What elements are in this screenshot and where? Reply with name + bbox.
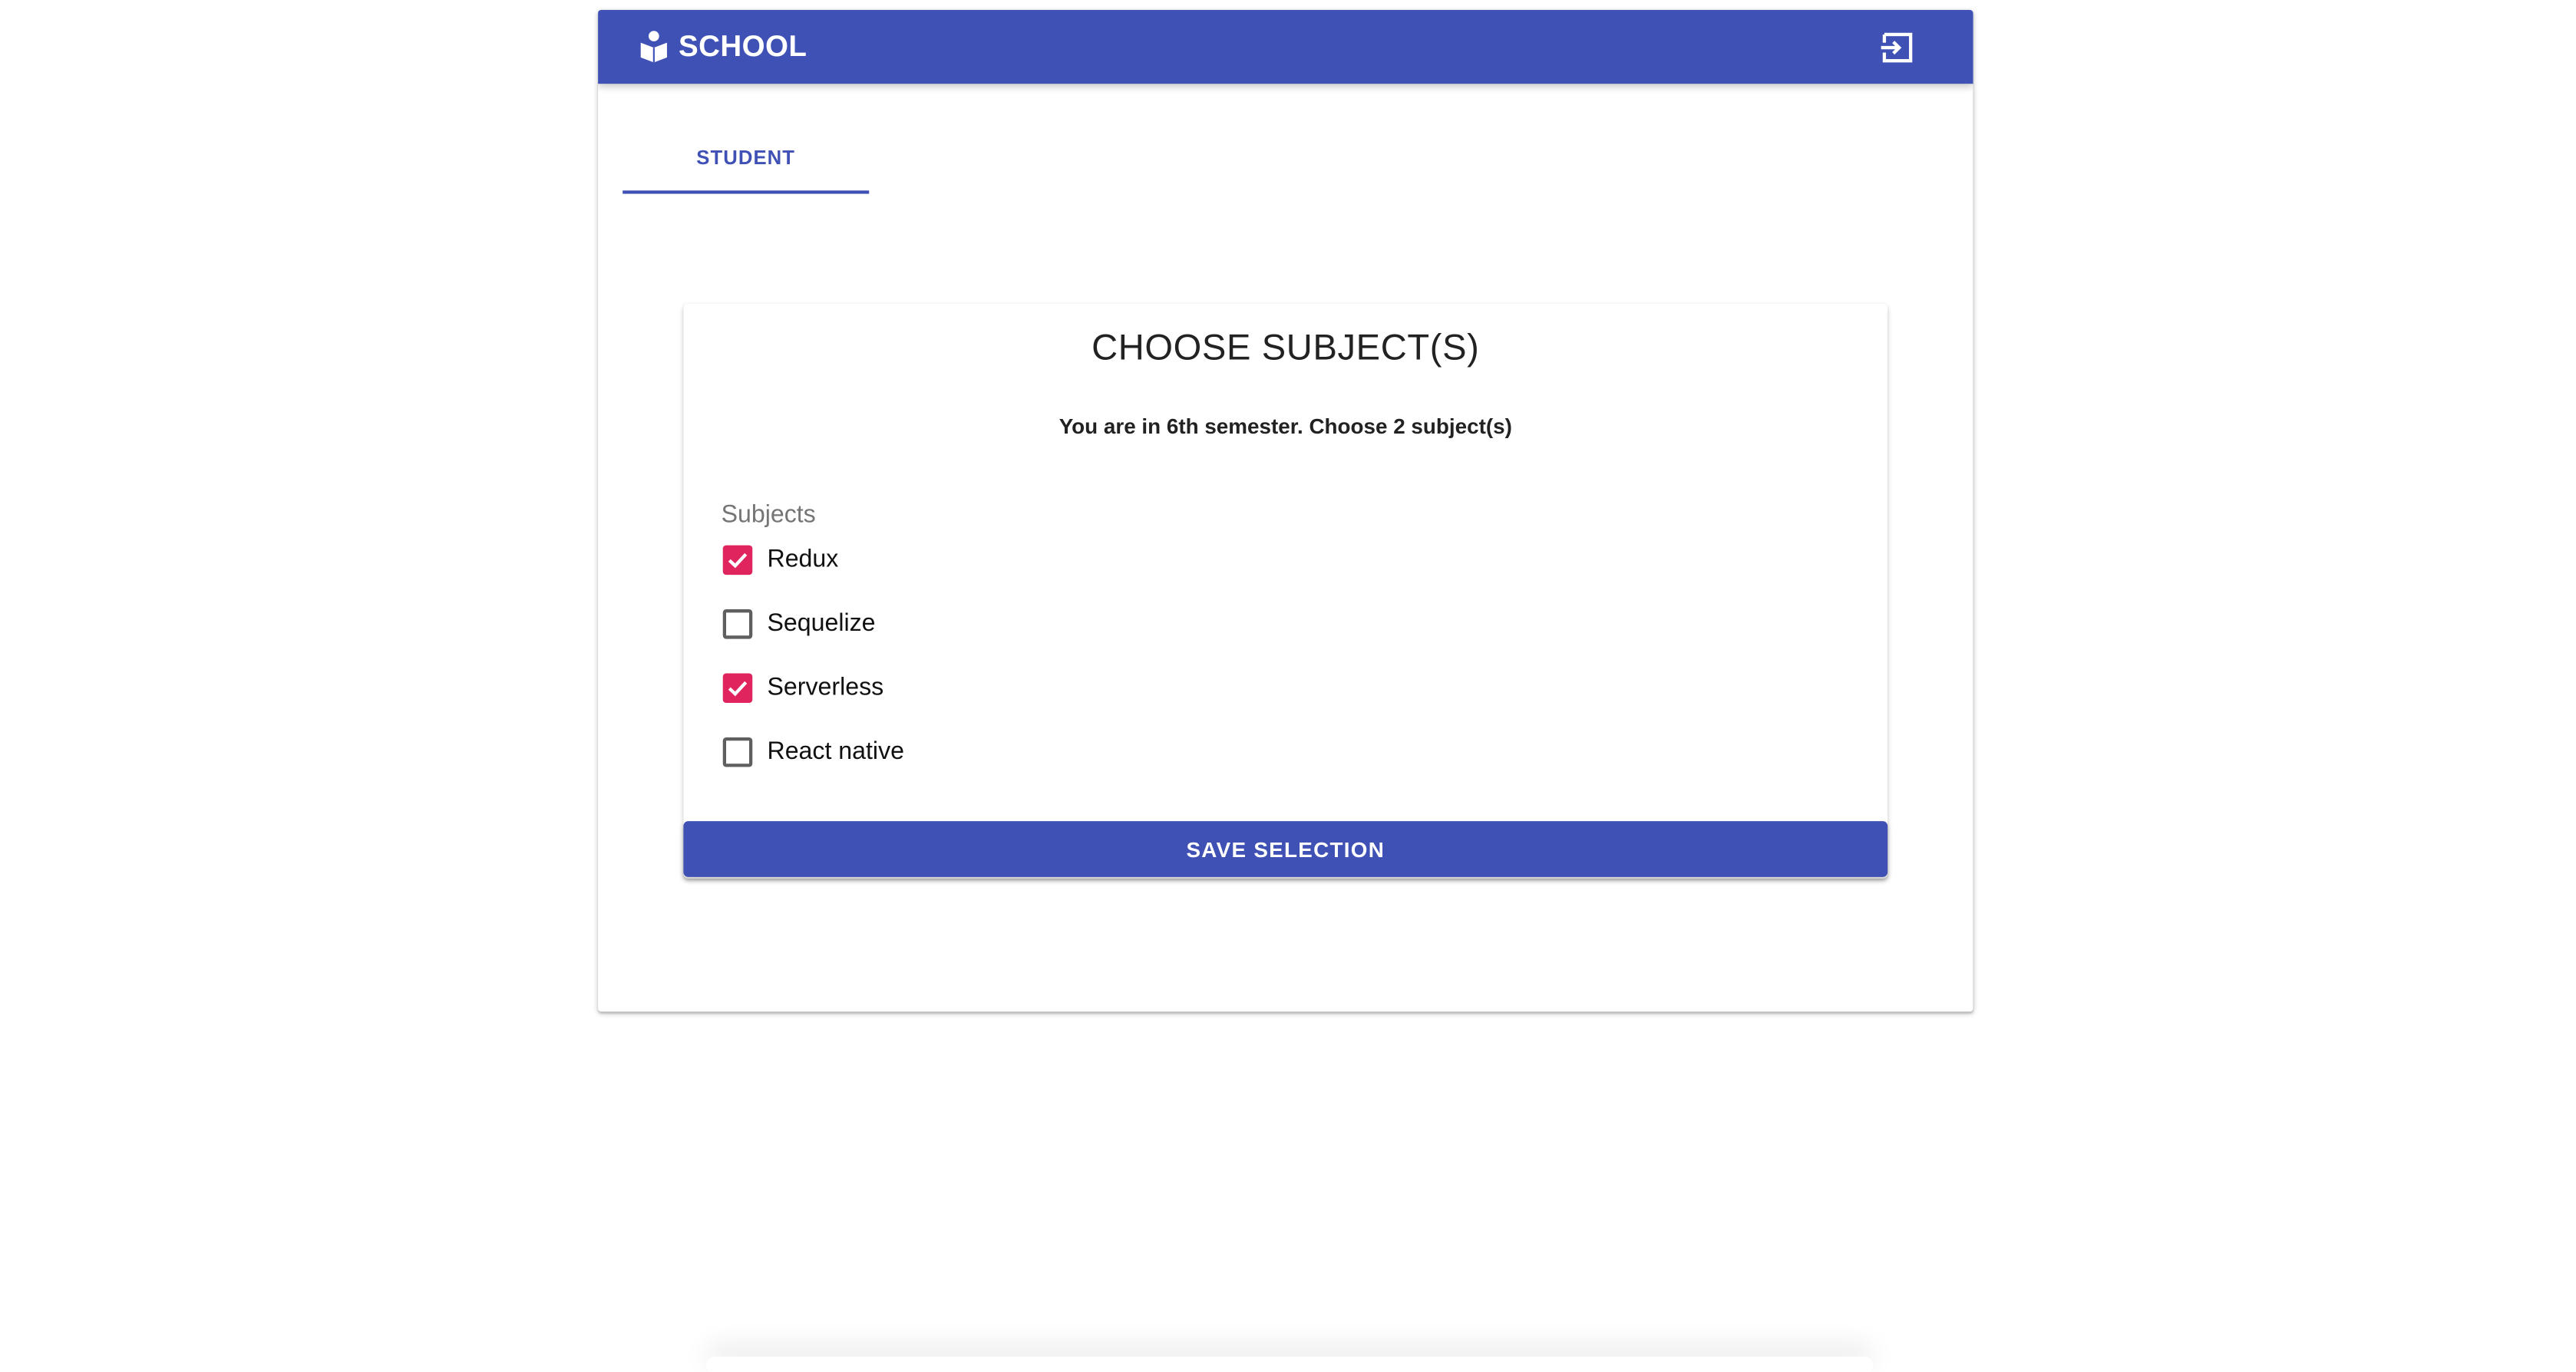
checkbox-checked-icon[interactable] bbox=[722, 545, 753, 576]
school-icon bbox=[637, 30, 670, 63]
exit-icon bbox=[1881, 32, 1913, 63]
subject-label: Sequelize bbox=[767, 609, 876, 638]
checkbox-unchecked-icon[interactable] bbox=[722, 737, 753, 767]
tab-student[interactable]: STUDENT bbox=[623, 125, 869, 194]
page-viewport: SCHOOL STUDENT CHOOSE SUBJECT(S) You are… bbox=[0, 0, 2576, 1372]
subject-label: Serverless bbox=[767, 673, 884, 701]
logout-button[interactable] bbox=[1876, 26, 1919, 69]
save-selection-button[interactable]: SAVE SELECTION bbox=[683, 821, 1888, 877]
subject-selection-card: CHOOSE SUBJECT(S) You are in 6th semeste… bbox=[683, 303, 1888, 879]
subject-label: Redux bbox=[767, 545, 839, 573]
subject-label: React native bbox=[767, 737, 905, 766]
offscreen-card-edge bbox=[706, 1356, 1873, 1372]
tab-indicator bbox=[623, 190, 870, 194]
checkbox-unchecked-icon[interactable] bbox=[722, 609, 753, 639]
form-title: CHOOSE SUBJECT(S) bbox=[1091, 326, 1480, 368]
app-title: SCHOOL bbox=[678, 29, 807, 63]
app-bar: SCHOOL bbox=[598, 9, 1973, 84]
form-subtitle: You are in 6th semester. Choose 2 subjec… bbox=[1058, 414, 1512, 439]
subjects-group-label: Subjects bbox=[721, 500, 816, 529]
checkbox-checked-icon[interactable] bbox=[722, 673, 753, 704]
app-container: SCHOOL STUDENT CHOOSE SUBJECT(S) You are… bbox=[598, 9, 1973, 1012]
tab-student-label: STUDENT bbox=[696, 146, 796, 170]
